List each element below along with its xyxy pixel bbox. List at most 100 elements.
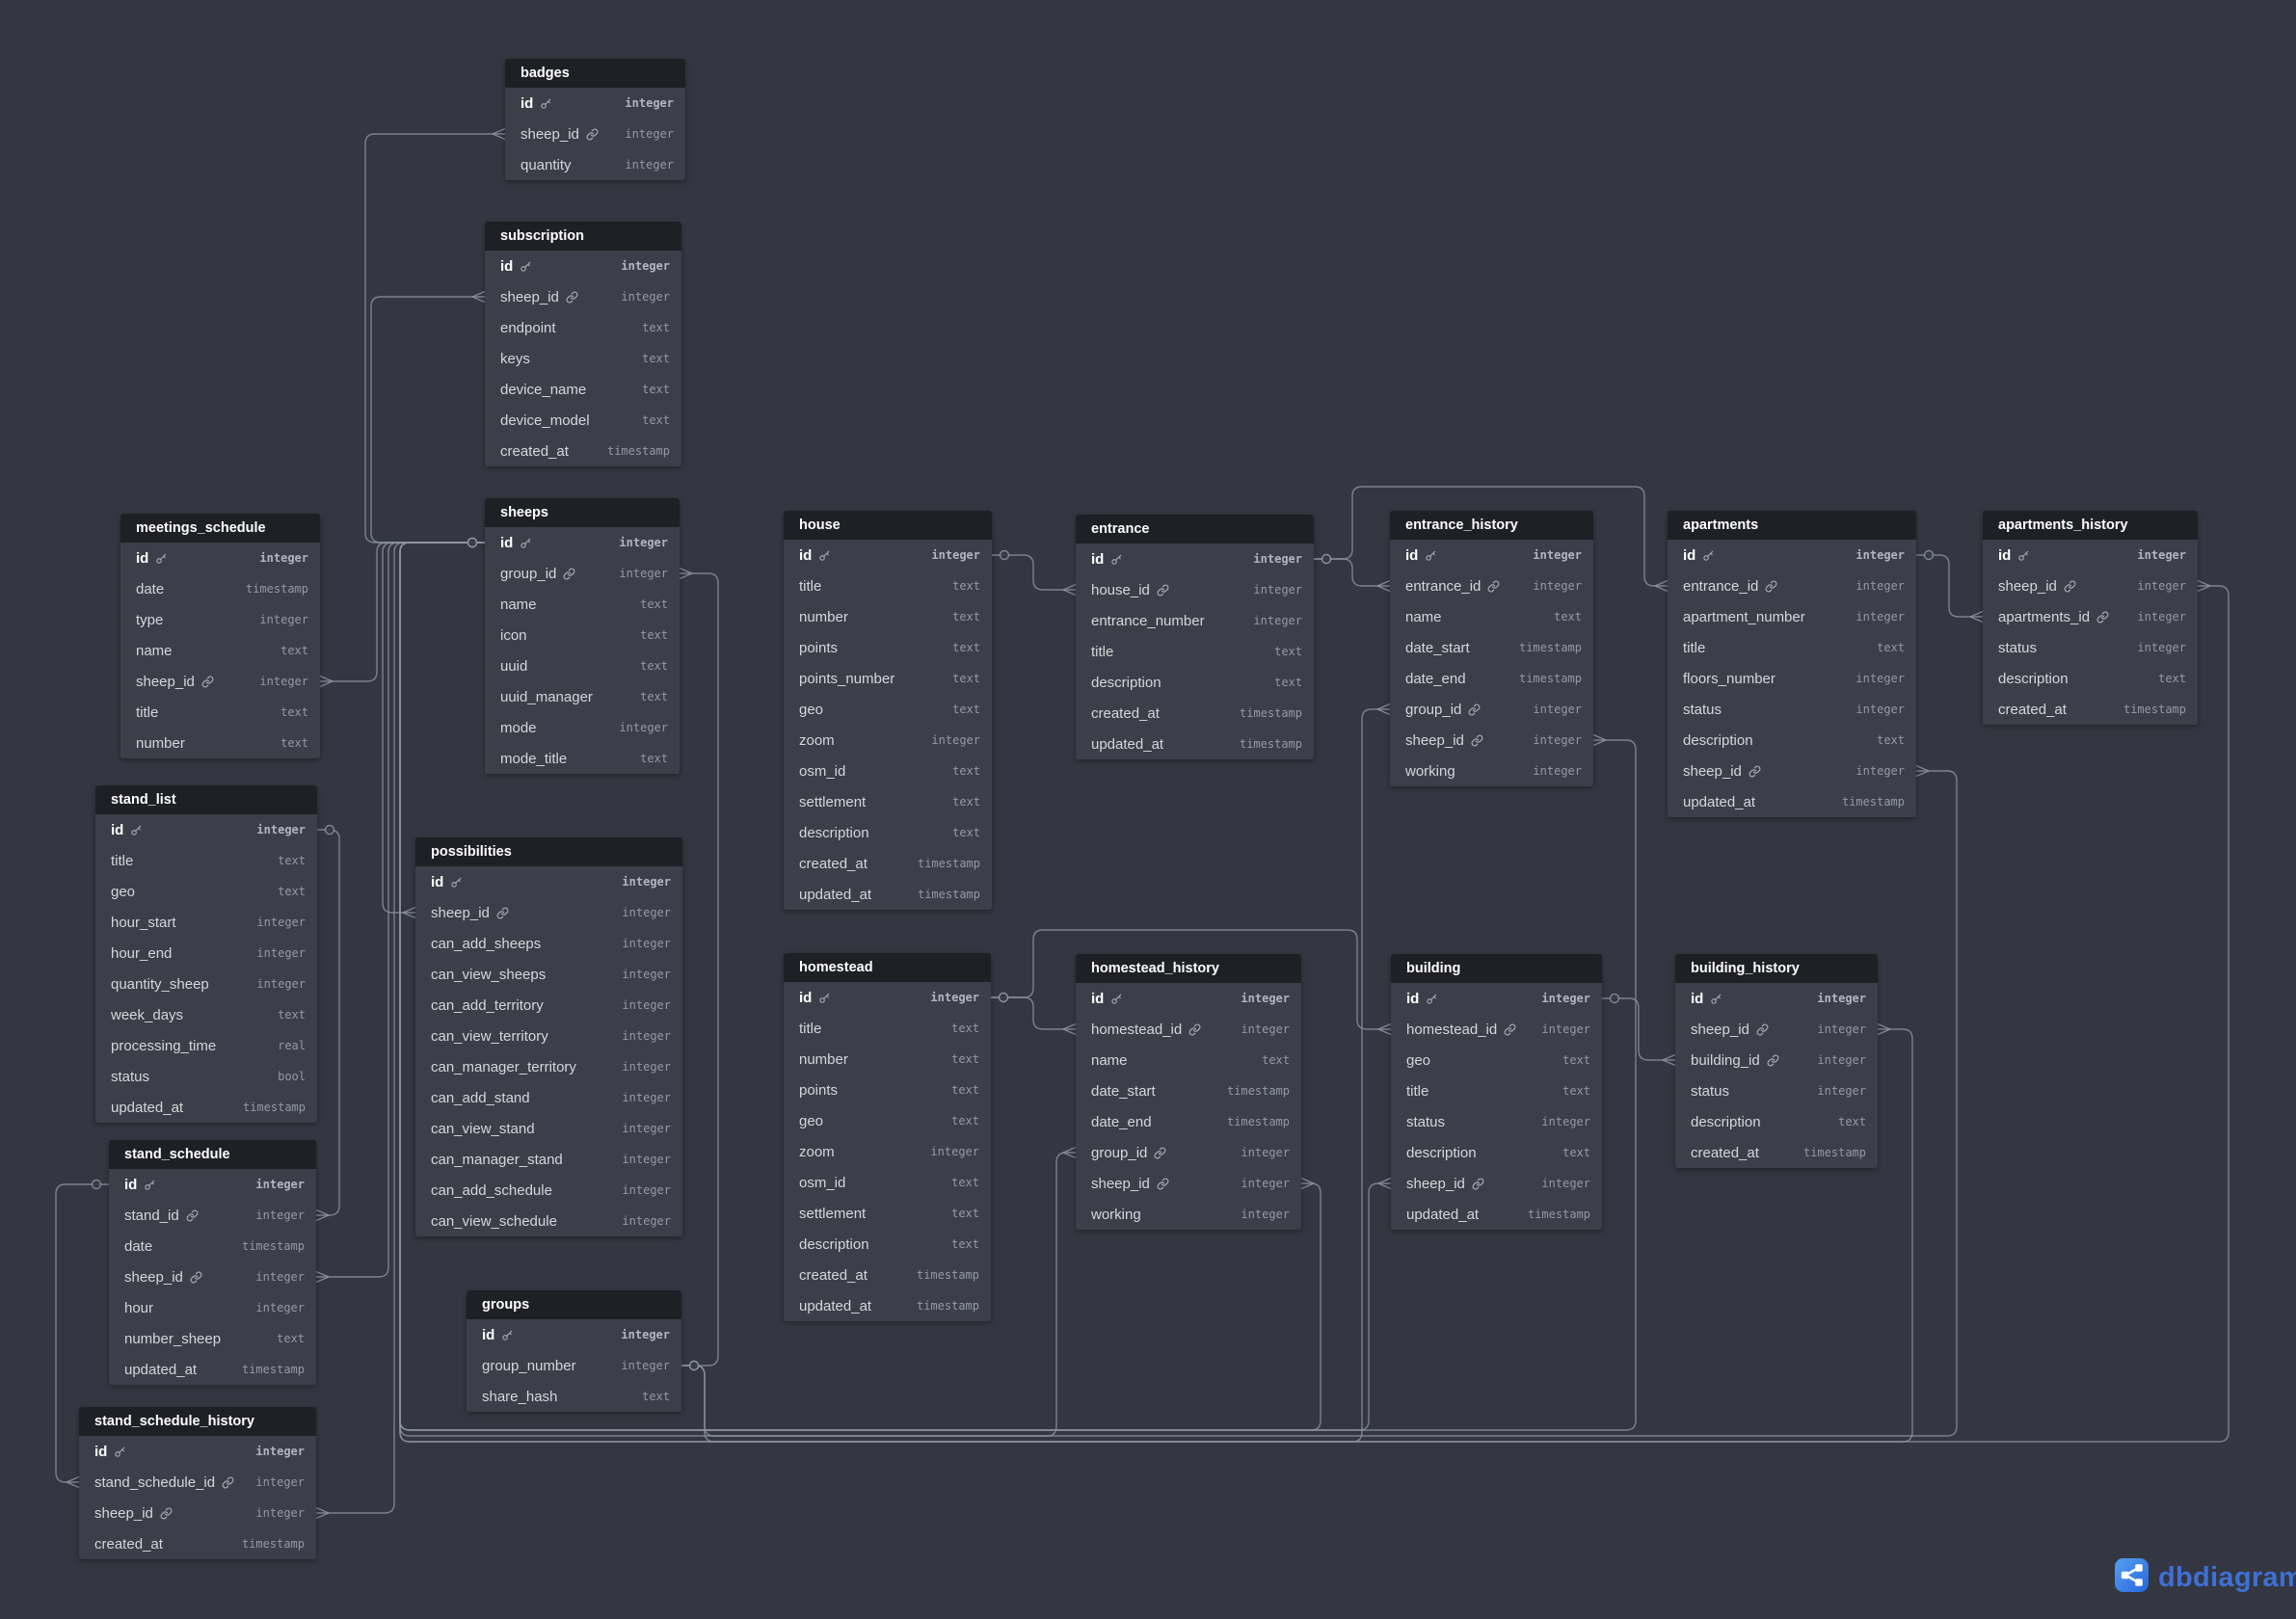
table-header-badges[interactable]: badges	[505, 59, 685, 88]
field-row-homestead_history-date_start[interactable]: date_starttimestamp	[1076, 1075, 1301, 1106]
field-row-meetings_schedule-sheep_id[interactable]: sheep_idinteger	[120, 666, 320, 697]
field-row-entrance-description[interactable]: descriptiontext	[1076, 667, 1314, 698]
field-row-meetings_schedule-id[interactable]: idinteger	[120, 543, 320, 573]
field-row-homestead_history-working[interactable]: workinginteger	[1076, 1199, 1301, 1230]
table-header-possibilities[interactable]: possibilities	[415, 837, 682, 866]
field-row-stand_list-week_days[interactable]: week_daystext	[95, 999, 317, 1030]
field-row-house-number[interactable]: numbertext	[784, 601, 992, 632]
table-header-stand_list[interactable]: stand_list	[95, 785, 317, 814]
table-possibilities[interactable]: possibilitiesidintegersheep_idintegercan…	[415, 837, 682, 1236]
table-meetings_schedule[interactable]: meetings_scheduleidintegerdatetimestampt…	[120, 514, 320, 758]
field-row-apartments-sheep_id[interactable]: sheep_idinteger	[1668, 756, 1916, 786]
field-row-possibilities-can_view_schedule[interactable]: can_view_scheduleinteger	[415, 1206, 682, 1236]
field-row-possibilities-can_add_territory[interactable]: can_add_territoryinteger	[415, 990, 682, 1021]
table-homestead_history[interactable]: homestead_historyidintegerhomestead_idin…	[1076, 954, 1301, 1230]
field-row-groups-share_hash[interactable]: share_hashtext	[467, 1381, 681, 1412]
field-row-homestead-description[interactable]: descriptiontext	[784, 1229, 991, 1260]
field-row-sheeps-group_id[interactable]: group_idinteger	[485, 558, 680, 589]
field-row-homestead-points[interactable]: pointstext	[784, 1075, 991, 1105]
field-row-homestead-zoom[interactable]: zoominteger	[784, 1136, 991, 1167]
field-row-meetings_schedule-date[interactable]: datetimestamp	[120, 573, 320, 604]
field-row-stand_schedule-number_sheep[interactable]: number_sheeptext	[109, 1323, 316, 1354]
field-row-apartments-entrance_id[interactable]: entrance_idinteger	[1668, 571, 1916, 601]
field-row-building-updated_at[interactable]: updated_attimestamp	[1391, 1199, 1602, 1230]
field-row-building_history-status[interactable]: statusinteger	[1675, 1075, 1878, 1106]
field-row-possibilities-can_view_sheeps[interactable]: can_view_sheepsinteger	[415, 959, 682, 990]
field-row-building-geo[interactable]: geotext	[1391, 1045, 1602, 1075]
field-row-apartments_history-created_at[interactable]: created_attimestamp	[1983, 694, 2198, 725]
field-row-building_history-sheep_id[interactable]: sheep_idinteger	[1675, 1014, 1878, 1045]
field-row-house-id[interactable]: idinteger	[784, 540, 992, 571]
table-header-stand_schedule_history[interactable]: stand_schedule_history	[79, 1407, 316, 1436]
field-row-entrance_history-working[interactable]: workinginteger	[1390, 756, 1593, 786]
field-row-entrance_history-name[interactable]: nametext	[1390, 601, 1593, 632]
table-header-meetings_schedule[interactable]: meetings_schedule	[120, 514, 320, 543]
field-row-building-id[interactable]: idinteger	[1391, 983, 1602, 1014]
field-row-apartments_history-apartments_id[interactable]: apartments_idinteger	[1983, 601, 2198, 632]
field-row-sheeps-uuid_manager[interactable]: uuid_managertext	[485, 681, 680, 712]
table-groups[interactable]: groupsidintegergroup_numberintegershare_…	[467, 1290, 681, 1412]
field-row-homestead_history-homestead_id[interactable]: homestead_idinteger	[1076, 1014, 1301, 1045]
field-row-sheeps-uuid[interactable]: uuidtext	[485, 650, 680, 681]
field-row-homestead-osm_id[interactable]: osm_idtext	[784, 1167, 991, 1198]
table-subscription[interactable]: subscriptionidintegersheep_idintegerendp…	[485, 222, 681, 466]
diagram-canvas[interactable]: badgesidintegersheep_idintegerquantityin…	[0, 0, 2296, 1619]
field-row-apartments-description[interactable]: descriptiontext	[1668, 725, 1916, 756]
field-row-entrance-house_id[interactable]: house_idinteger	[1076, 574, 1314, 605]
table-stand_schedule_history[interactable]: stand_schedule_historyidintegerstand_sch…	[79, 1407, 316, 1559]
field-row-stand_schedule_history-sheep_id[interactable]: sheep_idinteger	[79, 1498, 316, 1528]
field-row-house-zoom[interactable]: zoominteger	[784, 725, 992, 756]
field-row-subscription-id[interactable]: idinteger	[485, 251, 681, 281]
field-row-apartments-title[interactable]: titletext	[1668, 632, 1916, 663]
field-row-meetings_schedule-name[interactable]: nametext	[120, 635, 320, 666]
field-row-house-updated_at[interactable]: updated_attimestamp	[784, 879, 992, 910]
field-row-house-title[interactable]: titletext	[784, 571, 992, 601]
field-row-apartments-id[interactable]: idinteger	[1668, 540, 1916, 571]
field-row-sheeps-id[interactable]: idinteger	[485, 527, 680, 558]
field-row-possibilities-can_view_territory[interactable]: can_view_territoryinteger	[415, 1021, 682, 1051]
field-row-stand_list-status[interactable]: statusbool	[95, 1061, 317, 1092]
field-row-stand_list-hour_start[interactable]: hour_startinteger	[95, 907, 317, 938]
field-row-apartments-floors_number[interactable]: floors_numberinteger	[1668, 663, 1916, 694]
field-row-possibilities-can_manager_stand[interactable]: can_manager_standinteger	[415, 1144, 682, 1175]
field-row-subscription-created_at[interactable]: created_attimestamp	[485, 436, 681, 466]
field-row-apartments_history-status[interactable]: statusinteger	[1983, 632, 2198, 663]
table-entrance_history[interactable]: entrance_historyidintegerentrance_idinte…	[1390, 511, 1593, 786]
field-row-apartments_history-sheep_id[interactable]: sheep_idinteger	[1983, 571, 2198, 601]
field-row-building_history-description[interactable]: descriptiontext	[1675, 1106, 1878, 1137]
field-row-possibilities-can_add_stand[interactable]: can_add_standinteger	[415, 1082, 682, 1113]
field-row-subscription-device_model[interactable]: device_modeltext	[485, 405, 681, 436]
field-row-house-geo[interactable]: geotext	[784, 694, 992, 725]
field-row-homestead-title[interactable]: titletext	[784, 1013, 991, 1044]
table-header-homestead[interactable]: homestead	[784, 953, 991, 982]
field-row-possibilities-can_manager_territory[interactable]: can_manager_territoryinteger	[415, 1051, 682, 1082]
table-building_history[interactable]: building_historyidintegersheep_idinteger…	[1675, 954, 1878, 1168]
table-header-house[interactable]: house	[784, 511, 992, 540]
field-row-apartments-updated_at[interactable]: updated_attimestamp	[1668, 786, 1916, 817]
field-row-possibilities-can_add_schedule[interactable]: can_add_scheduleinteger	[415, 1175, 682, 1206]
field-row-building-description[interactable]: descriptiontext	[1391, 1137, 1602, 1168]
field-row-sheeps-icon[interactable]: icontext	[485, 620, 680, 650]
field-row-apartments_history-id[interactable]: idinteger	[1983, 540, 2198, 571]
field-row-badges-id[interactable]: idinteger	[505, 88, 685, 119]
field-row-stand_list-id[interactable]: idinteger	[95, 814, 317, 845]
field-row-homestead-updated_at[interactable]: updated_attimestamp	[784, 1290, 991, 1321]
field-row-entrance-created_at[interactable]: created_attimestamp	[1076, 698, 1314, 729]
field-row-stand_list-hour_end[interactable]: hour_endinteger	[95, 938, 317, 969]
field-row-stand_schedule_history-id[interactable]: idinteger	[79, 1436, 316, 1467]
field-row-homestead-number[interactable]: numbertext	[784, 1044, 991, 1075]
field-row-homestead-settlement[interactable]: settlementtext	[784, 1198, 991, 1229]
field-row-stand_list-updated_at[interactable]: updated_attimestamp	[95, 1092, 317, 1123]
field-row-house-description[interactable]: descriptiontext	[784, 817, 992, 848]
field-row-building_history-building_id[interactable]: building_idinteger	[1675, 1045, 1878, 1075]
field-row-entrance-updated_at[interactable]: updated_attimestamp	[1076, 729, 1314, 759]
field-row-stand_schedule-date[interactable]: datetimestamp	[109, 1231, 316, 1261]
field-row-house-points[interactable]: pointstext	[784, 632, 992, 663]
field-row-groups-group_number[interactable]: group_numberinteger	[467, 1350, 681, 1381]
field-row-groups-id[interactable]: idinteger	[467, 1319, 681, 1350]
field-row-badges-sheep_id[interactable]: sheep_idinteger	[505, 119, 685, 149]
table-header-building[interactable]: building	[1391, 954, 1602, 983]
table-header-subscription[interactable]: subscription	[485, 222, 681, 251]
field-row-homestead_history-name[interactable]: nametext	[1076, 1045, 1301, 1075]
field-row-homestead-id[interactable]: idinteger	[784, 982, 991, 1013]
